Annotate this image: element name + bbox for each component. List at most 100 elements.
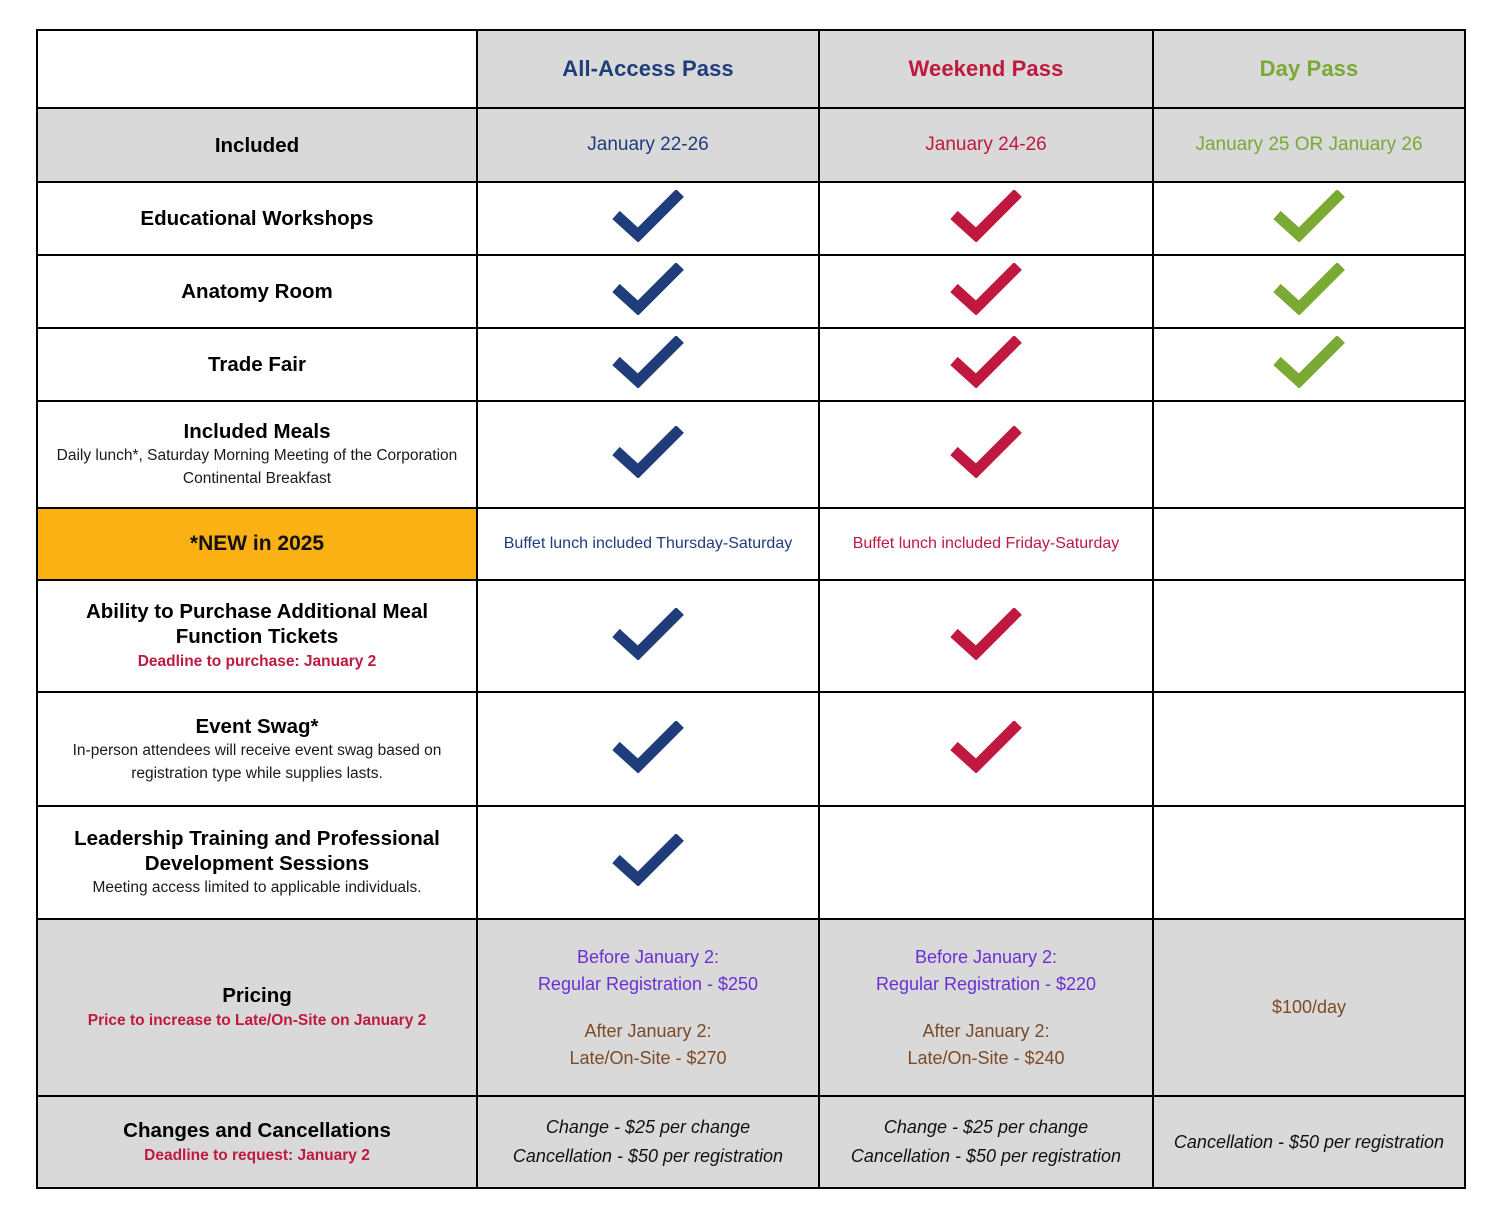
row-label-new-2025: *NEW in 2025	[36, 507, 478, 581]
row-label-meal-tickets: Ability to Purchase Additional Meal Func…	[36, 579, 478, 693]
cell-workshops-all-access	[476, 181, 820, 256]
pricing-weekend-gap	[828, 998, 1144, 1018]
pricing-all-access-after-value: Late/On-Site - $270	[569, 1047, 727, 1068]
pass-comparison-table: All-Access Pass Weekend Pass Day Pass In…	[36, 29, 1466, 1189]
new-2025-weekend-text: Buffet lunch included Friday-Saturday	[852, 534, 1120, 552]
included-all-access-dates: January 22-26	[587, 134, 709, 155]
cell-event-swag-weekend	[818, 691, 1154, 807]
all-access-header-label: All-Access Pass	[562, 56, 734, 81]
anatomy-label-text: Anatomy Room	[181, 280, 333, 303]
row-label-included: Included	[36, 107, 478, 183]
new-2025-all-access-text: Buffet lunch included Thursday-Saturday	[503, 534, 793, 552]
cell-trade-fair-weekend	[818, 327, 1154, 402]
leadership-label-line-2: Development Sessions	[144, 852, 370, 876]
table-row-changes: Changes and Cancellations Deadline to re…	[36, 1095, 1466, 1189]
check-icon	[611, 834, 685, 886]
cell-anatomy-all-access	[476, 254, 820, 329]
row-label-anatomy: Anatomy Room	[36, 254, 478, 329]
pricing-weekend-after-value: Late/On-Site - $240	[907, 1047, 1065, 1068]
cell-leadership-weekend	[818, 805, 1154, 920]
pricing-weekend-before-head: Before January 2:	[914, 946, 1058, 967]
check-icon	[611, 607, 685, 660]
changes-all-access-line-1: Change - $25 per change	[545, 1117, 751, 1138]
included-label-text: Included	[214, 133, 300, 157]
check-icon	[611, 426, 685, 478]
meal-tickets-label-line-1: Ability to Purchase Additional Meal	[85, 600, 429, 624]
cell-workshops-day	[1152, 181, 1466, 256]
changes-all-access-line-2: Cancellation - $50 per registration	[512, 1146, 784, 1166]
event-swag-sub-line-1: In-person attendees will receive event s…	[72, 741, 442, 759]
table-header-row: All-Access Pass Weekend Pass Day Pass	[36, 29, 1466, 109]
pricing-weekend-after-head: After January 2:	[922, 1020, 1050, 1041]
table-row-workshops: Educational Workshops	[36, 181, 1466, 256]
table-row-pricing: Pricing Price to increase to Late/On-Sit…	[36, 918, 1466, 1097]
row-label-workshops: Educational Workshops	[36, 181, 478, 256]
leadership-sub-text: Meeting access limited to applicable ind…	[92, 879, 422, 897]
pricing-all-access-after-head: After January 2:	[584, 1020, 712, 1041]
row-label-event-swag: Event Swag* In-person attendees will rec…	[36, 691, 478, 807]
table-row-included: Included January 22-26 January 24-26 Jan…	[36, 107, 1466, 183]
included-meals-sub-line-2: Continental Breakfast	[182, 470, 332, 487]
check-icon	[1272, 336, 1346, 388]
cell-new-2025-weekend: Buffet lunch included Friday-Saturday	[818, 507, 1154, 581]
check-icon	[949, 336, 1023, 388]
cell-changes-weekend: Change - $25 per change Cancellation - $…	[818, 1095, 1154, 1189]
cell-anatomy-weekend	[818, 254, 1154, 329]
column-header-day: Day Pass	[1152, 29, 1466, 109]
cell-workshops-weekend	[818, 181, 1154, 256]
table-row-event-swag: Event Swag* In-person attendees will rec…	[36, 691, 1466, 807]
cell-anatomy-day	[1152, 254, 1466, 329]
cell-event-swag-day	[1152, 691, 1466, 807]
event-swag-sub-line-2: registration type while supplies lasts.	[131, 764, 383, 782]
weekend-header-label: Weekend Pass	[908, 56, 1064, 81]
check-icon	[611, 263, 685, 315]
column-header-weekend: Weekend Pass	[818, 29, 1154, 109]
cell-pricing-weekend: Before January 2: Regular Registration -…	[818, 918, 1154, 1097]
changes-day-line-1: Cancellation - $50 per registration	[1173, 1131, 1445, 1152]
check-icon	[611, 190, 685, 242]
pricing-all-access-before-value: Regular Registration - $250	[537, 973, 759, 994]
header-corner-cell	[36, 29, 478, 109]
included-day-dates: January 25 OR January 26	[1195, 134, 1423, 155]
pass-comparison-sheet: All-Access Pass Weekend Pass Day Pass In…	[0, 0, 1500, 1230]
cell-trade-fair-all-access	[476, 327, 820, 402]
included-meals-label-text: Included Meals	[183, 420, 331, 444]
row-label-changes: Changes and Cancellations Deadline to re…	[36, 1095, 478, 1189]
new-2025-label-text: *NEW in 2025	[189, 532, 325, 555]
changes-weekend-line-2: Cancellation - $50 per registration	[850, 1146, 1122, 1166]
table-row-trade-fair: Trade Fair	[36, 327, 1466, 402]
cell-leadership-all-access	[476, 805, 820, 920]
check-icon	[1272, 190, 1346, 242]
included-meals-sub-line-1: Daily lunch*, Saturday Morning Meeting o…	[56, 447, 458, 465]
cell-included-weekend: January 24-26	[818, 107, 1154, 183]
event-swag-label-text: Event Swag*	[195, 714, 319, 738]
row-label-trade-fair: Trade Fair	[36, 327, 478, 402]
changes-weekend-line-1: Change - $25 per change	[883, 1117, 1089, 1138]
table-row-meal-tickets: Ability to Purchase Additional Meal Func…	[36, 579, 1466, 693]
pricing-day-value: $100/day	[1271, 997, 1347, 1017]
row-label-included-meals: Included Meals Daily lunch*, Saturday Mo…	[36, 400, 478, 509]
pricing-weekend-before-value: Regular Registration - $220	[875, 973, 1097, 994]
check-icon	[611, 336, 685, 388]
row-label-leadership: Leadership Training and Professional Dev…	[36, 805, 478, 920]
cell-new-2025-all-access: Buffet lunch included Thursday-Saturday	[476, 507, 820, 581]
cell-meal-tickets-all-access	[476, 579, 820, 693]
included-weekend-dates: January 24-26	[925, 134, 1047, 155]
cell-meal-tickets-weekend	[818, 579, 1154, 693]
cell-included-meals-day	[1152, 400, 1466, 509]
cell-pricing-day: $100/day	[1152, 918, 1466, 1097]
check-icon	[1272, 263, 1346, 315]
cell-new-2025-day	[1152, 507, 1466, 581]
cell-changes-all-access: Change - $25 per change Cancellation - $…	[476, 1095, 820, 1189]
cell-included-day: January 25 OR January 26	[1152, 107, 1466, 183]
meal-tickets-deadline-text: Deadline to purchase: January 2	[137, 653, 377, 671]
column-header-all-access: All-Access Pass	[476, 29, 820, 109]
pricing-label-text: Pricing	[222, 984, 292, 1008]
changes-label-text: Changes and Cancellations	[123, 1118, 391, 1142]
table-row-anatomy: Anatomy Room	[36, 254, 1466, 329]
cell-event-swag-all-access	[476, 691, 820, 807]
trade-fair-label-text: Trade Fair	[208, 353, 306, 376]
cell-pricing-all-access: Before January 2: Regular Registration -…	[476, 918, 820, 1097]
workshops-label-text: Educational Workshops	[140, 207, 374, 230]
cell-meal-tickets-day	[1152, 579, 1466, 693]
